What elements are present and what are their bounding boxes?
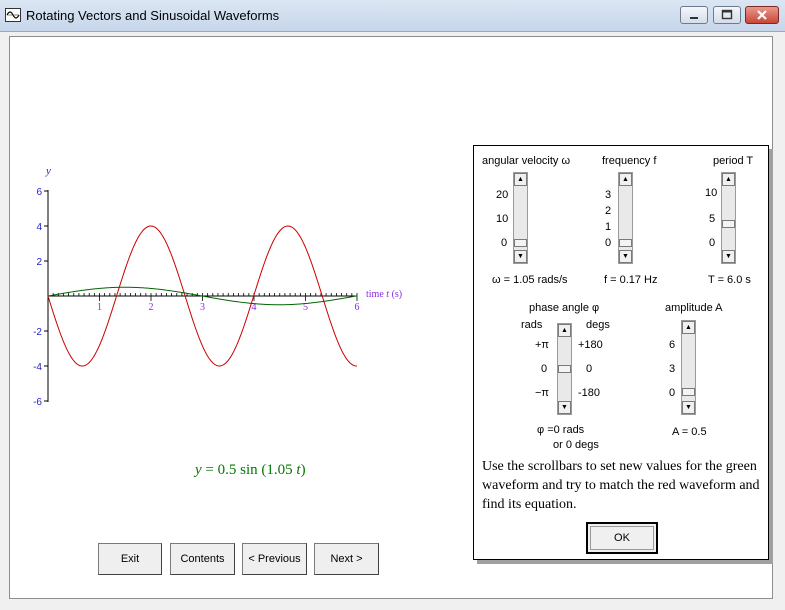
omega-tick: 20: [496, 189, 509, 201]
amplitude-title: amplitude A: [665, 302, 723, 314]
y-tick-label: -4: [33, 362, 42, 373]
period-tick: 5: [709, 213, 716, 225]
scroll-thumb[interactable]: [558, 365, 571, 373]
client-area: 6 4 2 -2 -4 -6 1 2 3 4 5 6 y time t (s) y = 0.5 sin…: [9, 36, 773, 599]
scroll-up-arrow-icon[interactable]: ▲: [558, 324, 571, 337]
amplitude-readout: A = 0.5: [672, 426, 707, 438]
scroll-down-arrow-icon[interactable]: ▼: [722, 250, 735, 263]
scroll-thumb[interactable]: [619, 238, 632, 247]
angular-velocity-title: angular velocity ω: [482, 155, 571, 167]
y-tick-label: 6: [36, 187, 42, 198]
minimize-icon: [690, 17, 698, 19]
x-tick-label: 6: [355, 302, 360, 313]
x-tick-label: 3: [200, 302, 205, 313]
scroll-down-arrow-icon[interactable]: ▼: [619, 250, 632, 263]
period-title: period T: [713, 155, 754, 167]
period-tick: 0: [709, 237, 716, 249]
period-scrollbar[interactable]: ▲ ▼: [721, 172, 736, 264]
maximize-icon: [721, 9, 733, 20]
scroll-thumb[interactable]: [514, 239, 527, 248]
y-axis-label: y: [45, 165, 51, 177]
amplitude-tick: 3: [669, 363, 676, 375]
y-tick-label: 4: [36, 222, 42, 233]
y-tick-label: -6: [33, 397, 42, 408]
scroll-up-arrow-icon[interactable]: ▲: [682, 321, 695, 334]
scroll-thumb[interactable]: [682, 388, 695, 397]
phase-angle-scrollbar[interactable]: ▲ ▼: [557, 323, 572, 415]
omega-readout: ω = 1.05 rads/s: [492, 274, 568, 286]
next-button[interactable]: Next >: [314, 543, 379, 575]
amplitude-tick: 0: [669, 387, 676, 399]
frequency-tick: 3: [605, 189, 612, 201]
period-tick: 10: [705, 187, 718, 199]
amplitude-scrollbar[interactable]: ▲ ▼: [681, 320, 696, 415]
amplitude-tick: 6: [669, 339, 676, 351]
instructions-text: Use the scrollbars to set new values for…: [482, 459, 760, 512]
ok-button[interactable]: OK: [586, 522, 658, 554]
scroll-thumb[interactable]: [722, 219, 735, 228]
previous-button[interactable]: < Previous: [242, 543, 307, 575]
x-tick-label: 1: [97, 302, 102, 313]
contents-button[interactable]: Contents: [170, 543, 235, 575]
angular-velocity-scrollbar[interactable]: ▲ ▼: [513, 172, 528, 264]
controls-panel: angular velocity ω 20 10 0 ▲ ▼ ω = 1.05 …: [473, 145, 769, 560]
x-tick-label: 2: [149, 302, 154, 313]
omega-tick: 0: [501, 237, 508, 249]
phase-deg-tick: +180: [578, 339, 603, 351]
scroll-up-arrow-icon[interactable]: ▲: [514, 173, 527, 186]
frequency-scrollbar[interactable]: ▲ ▼: [618, 172, 633, 264]
minimize-button[interactable]: [680, 6, 708, 24]
period-readout: T = 6.0 s: [708, 274, 751, 286]
frequency-readout: f = 0.17 Hz: [604, 274, 658, 286]
phase-readout-rads: φ =0 rads: [537, 424, 585, 436]
maximize-button[interactable]: [713, 6, 741, 24]
frequency-tick: 1: [605, 221, 612, 233]
frequency-title: frequency f: [602, 155, 657, 167]
phase-rad-tick: +π: [535, 339, 550, 351]
phase-readout-degs: or 0 degs: [553, 439, 599, 451]
y-tick-label: -2: [33, 327, 42, 338]
phase-degs-label: degs: [586, 319, 610, 331]
y-tick-label: 2: [36, 257, 42, 268]
waveform-graph: 642-2-4-61 2 3 4 5 6 y time t (s): [33, 165, 402, 408]
phase-rad-tick: −π: [535, 387, 550, 399]
phase-deg-tick: -180: [578, 387, 601, 399]
scroll-down-arrow-icon[interactable]: ▼: [682, 401, 695, 414]
close-icon: [757, 10, 767, 20]
close-button[interactable]: [745, 6, 779, 24]
app-icon: [5, 8, 21, 22]
scroll-up-arrow-icon[interactable]: ▲: [619, 173, 632, 186]
phase-angle-title: phase angle φ: [529, 302, 600, 314]
omega-tick: 10: [496, 213, 509, 225]
scroll-down-arrow-icon[interactable]: ▼: [514, 250, 527, 263]
phase-rads-label: rads: [521, 319, 543, 331]
frequency-tick: 0: [605, 237, 612, 249]
scroll-up-arrow-icon[interactable]: ▲: [722, 173, 735, 186]
title-bar: Rotating Vectors and Sinusoidal Waveform…: [0, 0, 785, 32]
x-axis-label: time t (s): [366, 289, 402, 300]
phase-rad-tick: 0: [541, 363, 548, 375]
waveform-equation: y = 0.5 sin (1.05 t): [195, 462, 306, 478]
phase-deg-tick: 0: [586, 363, 593, 375]
exit-button[interactable]: Exit: [98, 543, 162, 575]
ok-button-label: OK: [590, 526, 654, 550]
scroll-down-arrow-icon[interactable]: ▼: [558, 401, 571, 414]
frequency-tick: 2: [605, 205, 612, 217]
window-title: Rotating Vectors and Sinusoidal Waveform…: [26, 8, 280, 23]
